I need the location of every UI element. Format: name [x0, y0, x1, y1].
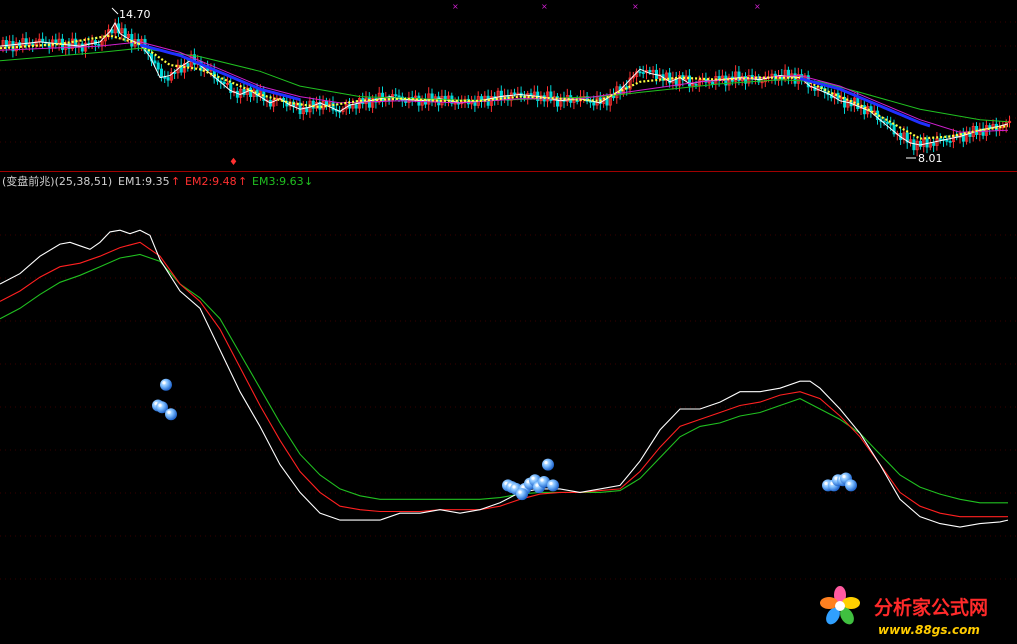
series-line-price_close: [0, 21, 1009, 146]
signal-ball-shine: [847, 481, 851, 486]
candle-body: [945, 139, 949, 142]
candle-body: [97, 44, 101, 46]
x-marker-icon: ×: [754, 2, 761, 11]
candle-body: [153, 60, 157, 64]
candle-body: [397, 95, 401, 98]
em3-arrow-icon: ↓: [304, 175, 313, 188]
signal-ball-shine: [512, 485, 516, 489]
watermark-title: 分析家公式网: [874, 596, 988, 619]
candle-body: [163, 76, 167, 79]
candle-body: [437, 96, 441, 106]
signal-ball-icon: [160, 378, 172, 391]
candle-body: [473, 101, 477, 106]
candle-body: [159, 68, 163, 78]
candle-body: [711, 81, 715, 85]
x-marker-icon: ×: [541, 2, 548, 11]
price-high-pointer: [111, 7, 119, 15]
signal-ball-icon: [516, 488, 528, 501]
indicator-panel: [0, 229, 1017, 580]
candle-body: [919, 140, 923, 147]
signal-ball-shine: [540, 478, 544, 482]
price-candles: [1, 17, 1012, 157]
signal-ball-body: [547, 479, 559, 492]
signal-ball-icon: [165, 408, 177, 421]
candle-body: [948, 140, 952, 143]
candle-body: [222, 81, 226, 84]
series-line-em2: [0, 241, 1008, 518]
signal-ball-shine: [842, 474, 846, 479]
candle-body: [912, 139, 916, 151]
series-line-em3: [0, 253, 1008, 504]
candle-body: [166, 77, 170, 81]
signal-ball-shine: [824, 481, 828, 486]
candle-body: [529, 93, 533, 96]
candle-body: [938, 138, 942, 141]
indicator-signals: [152, 378, 857, 501]
x-marker-icon: ×: [632, 2, 639, 11]
candle-body: [186, 63, 190, 68]
signal-ball-body: [160, 378, 172, 391]
em1-label: EM1:9.35: [118, 175, 170, 188]
em2-label: EM2:9.48: [185, 175, 237, 188]
candle-body: [889, 123, 893, 126]
price-low-label: 8.01: [918, 152, 943, 165]
x-marker-icon: ×: [452, 2, 459, 11]
candle-body: [156, 62, 160, 70]
price-lines: [0, 21, 1009, 146]
watermark-url: www.88gs.com: [878, 623, 980, 637]
series-band-ma-dark: [799, 77, 931, 128]
signal-ball-icon: [845, 479, 857, 492]
candle-body: [394, 94, 398, 97]
signal-ball-shine: [549, 481, 553, 486]
candle-body: [249, 87, 253, 98]
candle-body: [242, 88, 246, 95]
signal-ball-body: [516, 488, 528, 501]
signal-ball-shine: [521, 485, 525, 489]
flower-logo-icon: [820, 586, 860, 625]
candle-body: [638, 71, 642, 74]
candle-body: [648, 70, 652, 73]
candle-body: [354, 104, 358, 109]
watermark: 分析家公式网 www.88gs.com: [820, 586, 988, 637]
signal-ball-shine: [531, 476, 535, 480]
signal-ball-shine: [518, 490, 522, 494]
candle-body: [886, 121, 890, 124]
price-high-label: 14.70: [119, 8, 151, 21]
signal-ball-icon: [547, 479, 559, 492]
candle-body: [869, 106, 873, 112]
signal-ball-icon: [542, 458, 554, 471]
signal-ball-shine: [162, 381, 166, 385]
signal-ball-shine: [535, 483, 539, 487]
indicator-header: (变盘前兆)(25,38,51) EM1:9.35 ↑ EM2:9.48 ↑ E…: [2, 174, 313, 188]
signal-ball-body: [542, 458, 554, 471]
signal-ball-shine: [167, 410, 171, 414]
stock-chart: 14.70 8.01 ♦ × × × × (变盘前兆)(25,38,51) EM…: [0, 2, 1017, 637]
em2-arrow-icon: ↑: [238, 175, 247, 188]
candle-body: [235, 90, 239, 98]
series-band-ma-dark: [139, 43, 301, 102]
candle-body: [513, 92, 517, 95]
price-grid: [0, 21, 1017, 143]
candle-body: [641, 72, 645, 74]
candle-body: [24, 38, 28, 46]
candle-body: [932, 142, 936, 146]
candle-body: [694, 83, 698, 86]
em3-label: EM3:9.63: [252, 175, 304, 188]
sell-marker-icon: ♦: [229, 157, 238, 168]
price-panel: 14.70 8.01 ♦ × × × ×: [0, 2, 1017, 168]
em1-arrow-icon: ↑: [171, 175, 180, 188]
signal-ball-shine: [544, 460, 548, 465]
indicator-name: (变盘前兆)(25,38,51): [2, 174, 112, 188]
signal-ball-shine: [158, 403, 162, 407]
signal-ball-body: [165, 408, 177, 421]
signal-ball-body: [845, 479, 857, 492]
